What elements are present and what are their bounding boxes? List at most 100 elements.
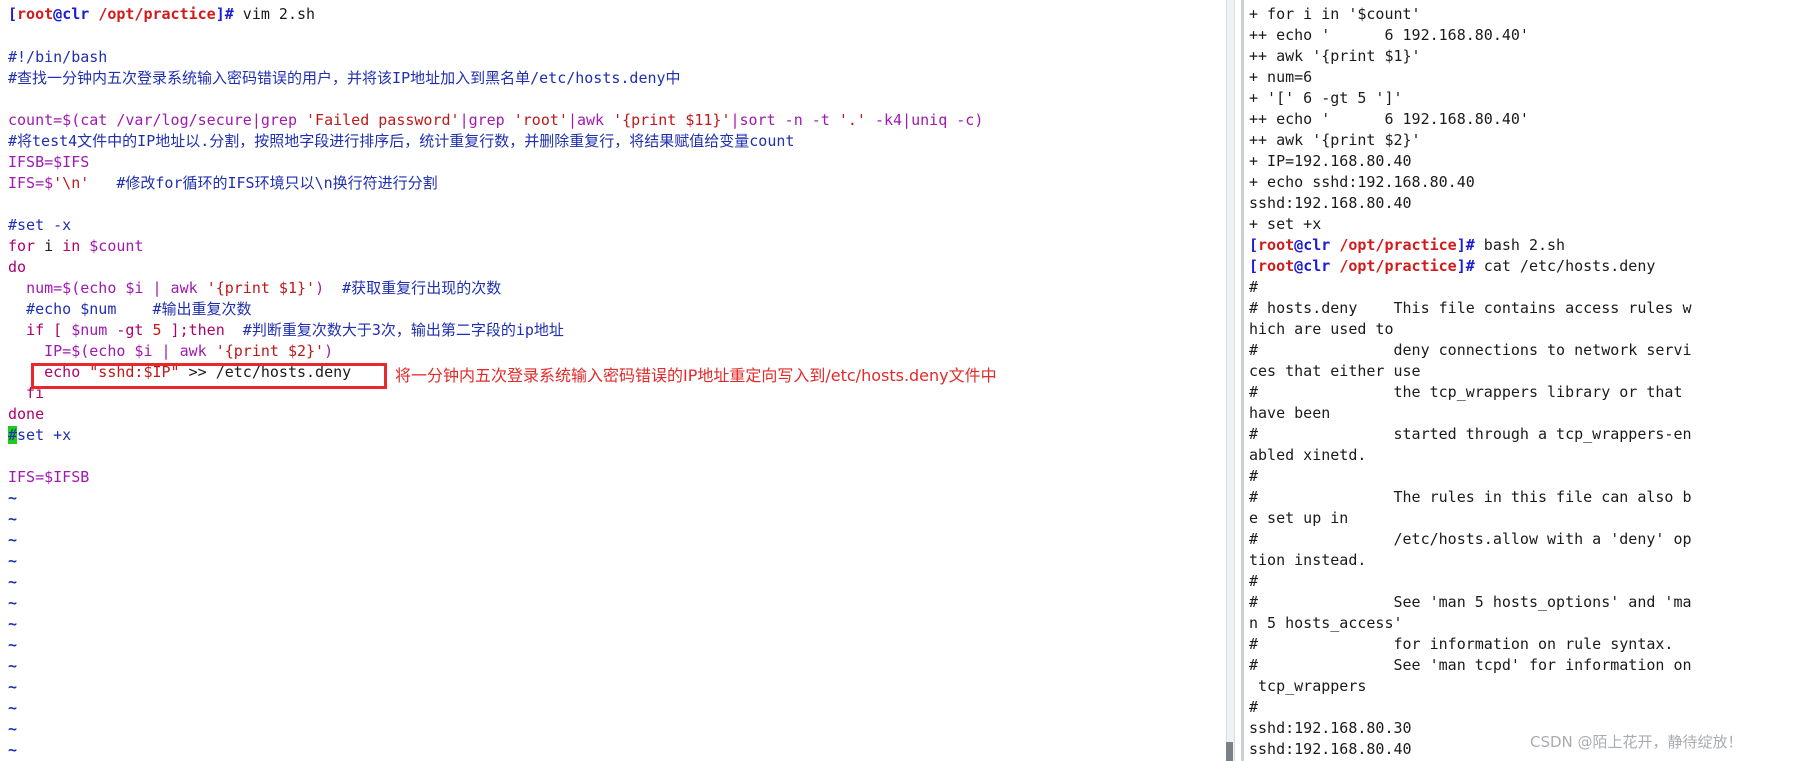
output-line: # for information on rule syntax. [1249, 635, 1674, 653]
prompt-user: root [1258, 257, 1295, 275]
output-line: # [1249, 278, 1259, 296]
empty-line-tilde: ~ [8, 489, 18, 507]
scrollbar-thumb[interactable] [1226, 742, 1233, 761]
do-line: do [8, 258, 27, 276]
output-line: + for i in '$count' [1249, 5, 1421, 23]
output-line: hich are used to [1249, 320, 1394, 338]
output-line: abled xinetd. [1249, 446, 1367, 464]
empty-line-tilde: ~ [8, 552, 18, 570]
prompt-path: /opt/practice [1339, 257, 1457, 275]
output-line: have been [1249, 404, 1331, 422]
shell-prompt-line: [root@clr /opt/practice]# bash 2.sh [1249, 235, 1565, 256]
output-line: tcp_wrappers [1249, 677, 1367, 695]
empty-line-tilde: ~ [8, 510, 18, 528]
output-line: ++ awk '{print $2}' [1249, 131, 1421, 149]
output-line: # hosts.deny This file contains access r… [1249, 299, 1692, 317]
count-str-1: 'Failed password' [306, 111, 460, 129]
count-str-4: '.' [838, 111, 866, 129]
empty-line-tilde: ~ [8, 615, 18, 633]
if-five: 5 [152, 321, 162, 339]
output-line: sshd:192.168.80.30 [1249, 719, 1412, 737]
output-line: sshd:192.168.80.40 [1249, 740, 1412, 758]
prompt-hash: ]# [1456, 257, 1475, 275]
prompt-bracket: [ [1249, 257, 1259, 275]
ifs-newline-str: '\n' [53, 174, 90, 192]
if-line: if [ $num -gt 5 ];then #判断重复次数大于3次，输出第二字… [8, 320, 564, 341]
num-line: num=$(echo $i | awk '{print $1}') #获取重复行… [8, 278, 501, 299]
pane-divider[interactable] [1241, 0, 1244, 761]
if-gt: -gt [107, 321, 153, 339]
prompt-user: root [1258, 236, 1295, 254]
echo-num-comment-line: #echo $num #输出重复次数 [8, 300, 252, 318]
output-line: # deny connections to network servi [1249, 341, 1692, 359]
prompt-at: @ [1294, 257, 1304, 275]
empty-line-tilde: ~ [8, 699, 18, 717]
count-assignment-line: count=$(cat /var/log/secure|grep 'Failed… [8, 110, 983, 131]
empty-line-tilde: ~ [8, 741, 18, 759]
num-comment: #获取重复行出现的次数 [342, 279, 502, 297]
count-op: =$(cat /var/log/secure|grep [53, 111, 307, 129]
watermark: CSDN @陌上花开，静待绽放！ [1530, 733, 1743, 751]
set-x-end-line: #set +x [8, 425, 71, 446]
output-line: + echo sshd:192.168.80.40 [1249, 173, 1475, 191]
vim-editor-pane[interactable]: [root@clr /opt/practice]# vim 2.sh #!/bi… [0, 0, 1218, 761]
comment-test4-line: #将test4文件中的IP地址以.分割，按照地字段进行排序后，统计重复行数，并删… [8, 132, 795, 150]
output-line: + num=6 [1249, 68, 1313, 86]
prompt-bracket: [ [1249, 236, 1259, 254]
prompt-host: clr [62, 5, 90, 23]
prompt-host: clr [1303, 257, 1331, 275]
count-pipe-5: -k4|uniq -c) [865, 111, 984, 129]
prompt-user: root [17, 5, 54, 23]
ip-assign: IP=$(echo $i | awk [44, 342, 216, 360]
shell-output-pane[interactable]: + for i in '$count' ++ echo ' 6 192.168.… [1247, 0, 1807, 761]
count-str-2: 'root' [513, 111, 568, 129]
output-line: + IP=192.168.80.40 [1249, 152, 1412, 170]
output-line: # The rules in this file can also b [1249, 488, 1692, 506]
num-awk-str: '{print $1}' [206, 279, 316, 297]
set-x-end-text: set +x [17, 426, 72, 444]
output-line: # See 'man tcpd' for information on [1249, 656, 1692, 674]
vim-cursor: # [8, 426, 18, 444]
count-pipe-4: |sort -n -t [730, 111, 839, 129]
count-str-3: '{print $11}' [613, 111, 731, 129]
prompt-command: cat /etc/hosts.deny [1474, 257, 1656, 275]
if-num-var: $num [71, 321, 108, 339]
prompt-hash: ]# [215, 5, 234, 23]
for-var-i: i [35, 237, 63, 255]
shell-prompt-line: [root@clr /opt/practice]# cat /etc/hosts… [1249, 256, 1655, 277]
ifs-assign: IFS=$ [8, 174, 54, 192]
output-line: # [1249, 698, 1259, 716]
output-line: ++ echo ' 6 192.168.80.40' [1249, 26, 1529, 44]
ifs-comment: #修改for循环的IFS环境只以\n换行符进行分割 [89, 174, 438, 192]
output-line: + '[' 6 -gt 5 ']' [1249, 89, 1403, 107]
ifsb-line: IFSB=$IFS [8, 153, 90, 171]
prompt-hash: ]# [1456, 236, 1475, 254]
output-line: n 5 hosts_access' [1249, 614, 1403, 632]
prompt-command: bash 2.sh [1474, 236, 1566, 254]
empty-line-tilde: ~ [8, 573, 18, 591]
annotation-text: 将一分钟内五次登录系统输入密码错误的IP地址重定向写入到/etc/hosts.d… [395, 366, 997, 385]
if-comment: #判断重复次数大于3次，输出第二字段的ip地址 [224, 321, 564, 339]
empty-line-tilde: ~ [8, 678, 18, 696]
empty-line-tilde: ~ [8, 636, 18, 654]
output-line: # started through a tcp_wrappers-en [1249, 425, 1692, 443]
empty-line-tilde: ~ [8, 531, 18, 549]
output-line: e set up in [1249, 509, 1349, 527]
count-pipe-2: |grep [459, 111, 514, 129]
output-line: # [1249, 572, 1259, 590]
scrollbar-track [1226, 0, 1235, 761]
then-keyword: then [188, 321, 225, 339]
prompt-host: clr [1303, 236, 1331, 254]
prompt-at: @ [53, 5, 63, 23]
shell-prompt-line: [root@clr /opt/practice]# vim 2.sh [8, 4, 315, 25]
prompt-path: /opt/practice [98, 5, 216, 23]
done-line: done [8, 405, 45, 423]
if-bracket-close: ]; [161, 321, 189, 339]
ip-close: ) [324, 342, 334, 360]
if-keyword: if [26, 321, 45, 339]
output-line: # /etc/hosts.allow with a 'deny' op [1249, 530, 1692, 548]
highlight-box [31, 363, 387, 389]
